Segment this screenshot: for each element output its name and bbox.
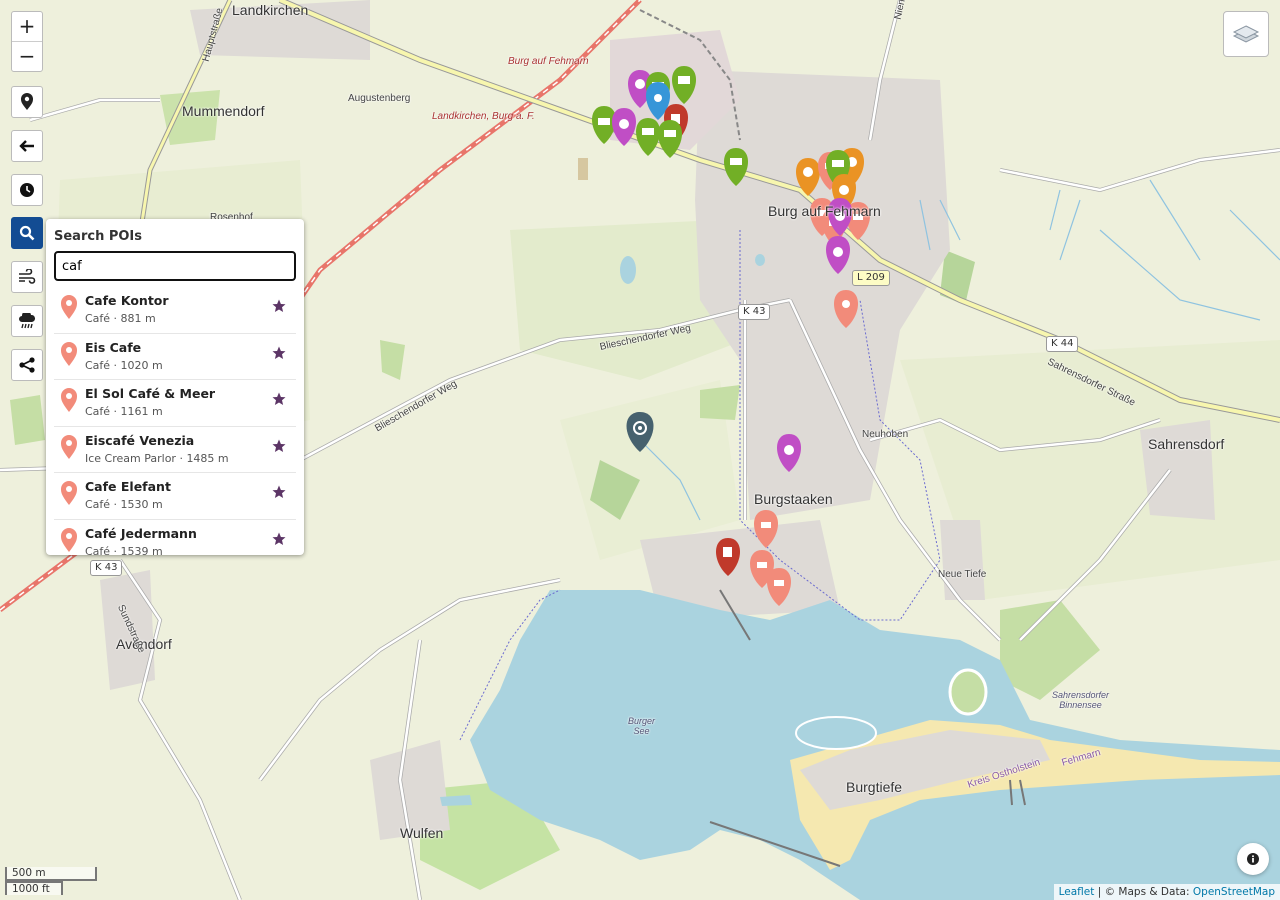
layers-icon: [1232, 25, 1260, 43]
cafe-pin-icon: [61, 295, 77, 319]
search-panel-title: Search POIs: [54, 229, 143, 244]
osm-link[interactable]: OpenStreetMap: [1193, 886, 1275, 898]
place-label: Neuhoben: [862, 429, 909, 440]
wind-button[interactable]: [11, 261, 43, 293]
star-icon[interactable]: [272, 439, 286, 453]
rain-button[interactable]: [11, 305, 43, 337]
locate-button[interactable]: [11, 86, 43, 118]
search-button[interactable]: [11, 217, 43, 249]
result-name: Eiscafé Venezia: [85, 432, 195, 448]
cafe-pin-icon: [61, 388, 77, 412]
arrow-left-icon: [19, 140, 34, 152]
water-label: Sahrensdorfer Binnensee: [1052, 690, 1110, 710]
result-name: Cafe Elefant: [85, 479, 171, 494]
zoom-control: + −: [11, 11, 43, 72]
result-meta: Café · 881 m: [85, 312, 156, 325]
map-pin-icon: [21, 93, 33, 110]
place-label: Landkirchen: [232, 2, 309, 18]
road-sign: K 43: [738, 304, 771, 320]
place-label: Augustenberg: [348, 93, 411, 104]
info-icon: [1247, 853, 1259, 865]
place-label: Neue Tiefe: [938, 569, 987, 580]
road-sign: K 43: [90, 560, 123, 576]
info-button[interactable]: [1237, 843, 1269, 875]
search-results: Cafe Kontor Café · 881 m Eis Cafe Café ·…: [46, 287, 304, 555]
result-meta: Café · 1161 m: [85, 405, 163, 418]
result-meta: Café · 1539 m: [85, 544, 163, 556]
search-input[interactable]: [54, 251, 296, 281]
search-result-item[interactable]: Eis Cafe Café · 1020 m: [54, 334, 296, 380]
search-result-item[interactable]: Eiscafé Venezia Ice Cream Parlor · 1485 …: [54, 427, 296, 473]
zoom-out-button[interactable]: −: [12, 41, 42, 71]
back-button[interactable]: [11, 130, 43, 162]
star-icon[interactable]: [272, 299, 286, 313]
road-sign: L 209: [852, 270, 890, 286]
attribution: Leaflet | © Maps & Data: OpenStreetMap: [1053, 884, 1280, 900]
rain-cloud-icon: [19, 313, 35, 329]
share-button[interactable]: [11, 349, 43, 381]
cafe-pin-icon: [61, 434, 77, 459]
road-sign: K 44: [1046, 336, 1079, 352]
water-label: Burger See: [628, 716, 656, 736]
zoom-in-button[interactable]: +: [12, 12, 42, 41]
search-result-item[interactable]: Cafe Elefant Café · 1530 m: [54, 473, 296, 520]
result-name: Café Jedermann: [85, 525, 197, 541]
result-meta: Ice Cream Parlor · 1485 m: [85, 451, 229, 465]
wind-icon: [19, 269, 36, 284]
history-button[interactable]: [11, 174, 43, 206]
result-name: Eis Cafe: [85, 339, 142, 355]
search-panel: Search POIs Cafe Kontor Café · 881 m Eis…: [46, 219, 304, 555]
place-label: Landkirchen, Burg a. F.: [432, 111, 535, 122]
layers-button[interactable]: [1223, 11, 1269, 57]
star-icon[interactable]: [272, 392, 286, 406]
cafe-pin-icon: [61, 341, 77, 366]
result-meta: Café · 1020 m: [85, 358, 163, 372]
scale-metric: 500 m: [5, 867, 97, 881]
scale-imperial: 1000 ft: [5, 881, 63, 895]
place-label: Sahrensdorf: [1148, 436, 1225, 452]
scale-bar: 500 m 1000 ft: [5, 867, 97, 895]
place-label: Mummendorf: [182, 103, 265, 119]
place-label: Wulfen: [400, 825, 444, 841]
search-result-item[interactable]: Café Jedermann Café · 1539 m: [54, 520, 296, 556]
result-name: El Sol Café & Meer: [85, 386, 216, 401]
cafe-pin-icon: [61, 481, 77, 505]
place-label: Burg auf Fehmarn: [508, 56, 589, 67]
result-meta: Café · 1530 m: [85, 498, 163, 511]
star-icon[interactable]: [272, 532, 286, 546]
search-icon: [19, 225, 35, 241]
star-icon[interactable]: [272, 485, 286, 499]
search-result-item[interactable]: Cafe Kontor Café · 881 m: [54, 287, 296, 334]
leaflet-link[interactable]: Leaflet: [1059, 886, 1095, 898]
share-icon: [19, 357, 35, 373]
result-name: Cafe Kontor: [85, 293, 169, 308]
place-label: Burg auf Fehmarn: [768, 203, 881, 219]
place-label: Burgtiefe: [846, 779, 903, 795]
attribution-separator: |: [1097, 886, 1102, 898]
attribution-text: © Maps & Data:: [1104, 886, 1190, 898]
search-result-item[interactable]: El Sol Café & Meer Café · 1161 m: [54, 380, 296, 427]
clock-icon: [20, 183, 34, 197]
star-icon[interactable]: [272, 346, 286, 360]
cafe-pin-icon: [61, 527, 77, 552]
place-label: Burgstaaken: [754, 491, 833, 507]
